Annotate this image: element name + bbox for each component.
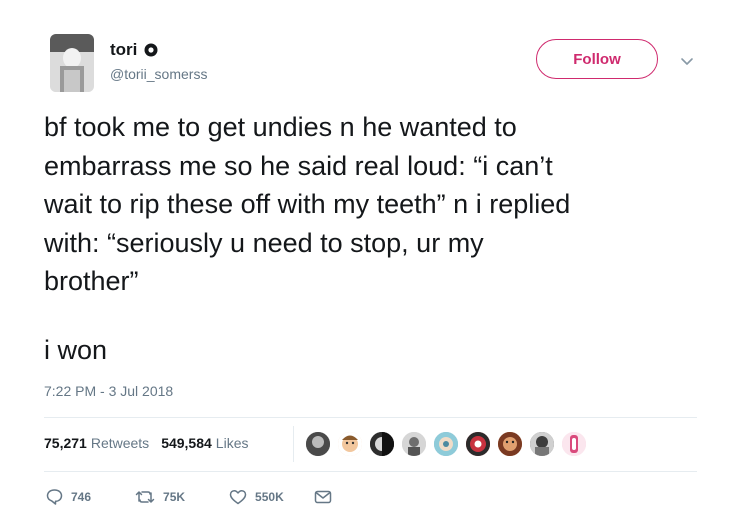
reply-action[interactable]: 746 — [46, 488, 91, 505]
tweet-actions: 746 75K 550K — [46, 488, 332, 505]
retweets-label: Retweets — [90, 435, 150, 451]
follow-button[interactable]: Follow — [536, 39, 658, 79]
like-action[interactable]: 550K — [229, 489, 284, 505]
heart-icon — [229, 489, 247, 505]
liker-avatar[interactable] — [368, 430, 396, 458]
retweets-count: 75,271 — [44, 435, 87, 451]
liker-avatar[interactable] — [528, 430, 556, 458]
retweet-count: 75K — [163, 489, 186, 504]
tweet-text: bf took me to get undies n he wanted to … — [44, 112, 571, 296]
envelope-icon — [314, 490, 332, 504]
tweet-timestamp[interactable]: 7:22 PM - 3 Jul 2018 — [44, 383, 173, 399]
engagement-stats: 75,271 Retweets 549,584 Likes — [44, 435, 260, 451]
liker-avatar[interactable] — [560, 430, 588, 458]
direct-message-action[interactable] — [314, 490, 332, 504]
liker-avatar[interactable] — [304, 430, 332, 458]
verified-icon — [144, 43, 158, 57]
divider-bottom — [44, 471, 697, 472]
stats-separator — [293, 426, 294, 462]
retweet-action[interactable]: 75K — [135, 489, 185, 505]
user-handle[interactable]: @torii_somerss — [110, 66, 207, 82]
likes-count: 549,584 — [161, 435, 212, 451]
liker-avatar[interactable] — [464, 430, 492, 458]
divider-top — [44, 417, 697, 418]
likes-stat[interactable]: 549,584 Likes — [161, 435, 248, 451]
liker-avatar[interactable] — [400, 430, 428, 458]
display-name[interactable]: tori — [110, 40, 137, 60]
avatar[interactable] — [50, 34, 94, 92]
retweets-stat[interactable]: 75,271 Retweets — [44, 435, 149, 451]
retweet-icon — [135, 489, 155, 505]
liker-avatars — [304, 430, 592, 458]
reply-count: 746 — [71, 489, 92, 504]
chevron-down-icon[interactable] — [680, 54, 694, 65]
likes-label: Likes — [215, 435, 249, 451]
liker-avatar[interactable] — [496, 430, 524, 458]
reply-icon — [46, 488, 63, 505]
liker-avatar[interactable] — [336, 430, 364, 458]
liker-avatar[interactable] — [432, 430, 460, 458]
tweet-text-coda: i won — [44, 335, 108, 365]
like-count: 550K — [255, 489, 284, 504]
